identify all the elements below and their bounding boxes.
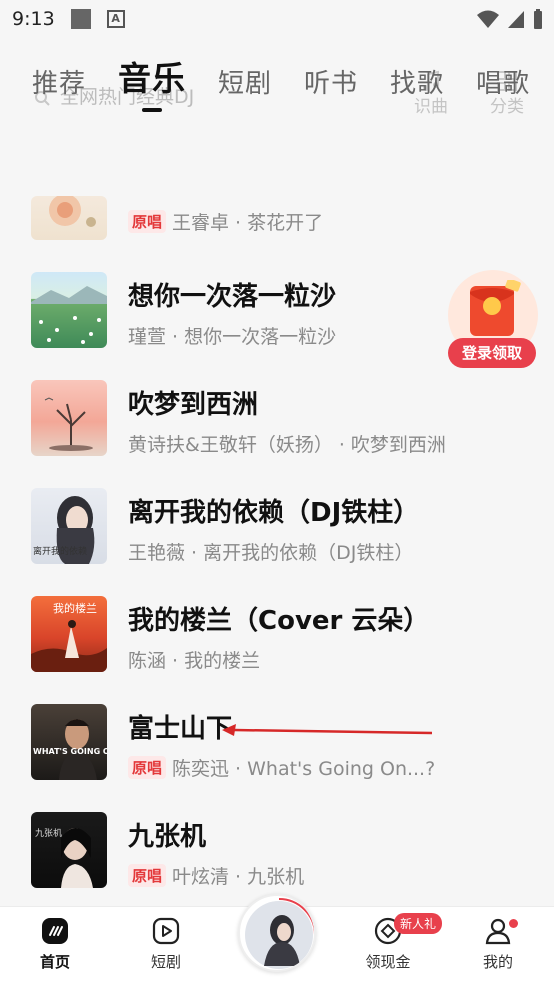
tab-recommend[interactable]: 推荐 [32,63,86,100]
song-row[interactable]: 我的楼兰 我的楼兰（Cover 云朵） 陈涵 · 我的楼兰 [0,596,554,704]
song-subtitle: 原唱 叶炫清 · 九张机 [128,862,304,889]
promo-label: 登录领取 [448,338,536,368]
song-title: 想你一次落一粒沙 [128,282,337,312]
song-subtitle: 原唱 王睿卓 · 茶花开了 [128,208,323,235]
signal-icon [508,11,524,28]
tab-music-label: 音乐 [118,59,186,98]
song-artist-title: 陈涵 · 我的楼兰 [128,650,261,672]
song-artist-title: 瑾萱 · 想你一次落一粒沙 [128,326,337,348]
top-tabs: 推荐 音乐 短剧 听书 找歌 唱歌 [32,52,530,112]
nav-short-drama-label: 短剧 [150,953,181,971]
song-title: 离开我的依赖（DJ铁柱） [128,498,420,528]
song-cover [31,272,107,348]
cover-art [44,397,93,451]
status-time: 9:13 [12,8,55,30]
cover-art: WHAT'S GOING ON...? [33,719,107,780]
song-cover: WHAT'S GOING ON...? [31,704,107,780]
cover-text: WHAT'S GOING ON...? [33,747,107,756]
nav-home[interactable]: 首页 [15,917,95,972]
new-user-badge: 新人礼 [394,913,443,934]
home-icon [42,918,68,944]
cover-text: 九张机 [35,827,62,839]
nav-home-label: 首页 [39,953,70,971]
cover-text: 离开我的依赖 [33,545,87,557]
song-title: 我的楼兰（Cover 云朵） [128,606,430,636]
cover-art: 我的楼兰 [31,601,107,672]
song-subtitle: 原唱 陈奕迅 · What's Going On...? [128,754,435,781]
original-badge: 原唱 [128,864,167,887]
song-cover: 九张机 [31,812,107,888]
song-row[interactable]: 吹梦到西洲 黄诗扶&王敬轩（妖扬） · 吹梦到西洲 [0,380,554,488]
song-artist-title: 叶炫清 · 九张机 [172,866,305,888]
song-title: 九张机 [128,822,207,852]
status-bar: 9:13 A [0,0,554,38]
notification-square-icon [70,9,91,29]
tab-active-indicator [142,108,162,112]
song-row[interactable]: 离开我的依赖 离开我的依赖（DJ铁柱） 王艳薇 · 离开我的依赖（DJ铁柱） [0,488,554,596]
cover-art: 九张机 [35,827,93,888]
nav-profile[interactable]: 我的 [458,917,538,972]
song-artist-title: 陈奕迅 · What's Going On...? [172,758,436,780]
song-subtitle: 陈涵 · 我的楼兰 [128,646,260,673]
tab-audiobook[interactable]: 听书 [304,63,358,100]
login-reward-promo[interactable]: 登录领取 [446,270,540,370]
tab-karaoke[interactable]: 唱歌 [476,63,530,100]
tab-music[interactable]: 音乐 [118,52,186,112]
song-artist-title: 王艳薇 · 离开我的依赖（DJ铁柱） [128,542,414,564]
cover-text: 我的楼兰 [53,601,97,615]
original-badge: 原唱 [128,756,167,779]
song-cover [31,380,107,456]
annotation-arrow-icon [222,724,433,736]
cover-art: 离开我的依赖 [33,496,95,564]
song-artist-title: 王睿卓 · 茶花开了 [172,212,324,234]
song-subtitle: 王艳薇 · 离开我的依赖（DJ铁柱） [128,538,413,565]
song-title: 富士山下 [128,714,233,744]
tab-short-drama[interactable]: 短剧 [218,63,272,100]
song-subtitle: 黄诗扶&王敬轩（妖扬） · 吹梦到西洲 [128,430,446,457]
song-cover [31,196,107,240]
nav-cash-label: 领现金 [365,953,411,971]
tab-find-song[interactable]: 找歌 [390,63,444,100]
status-right [476,8,544,30]
cover-art [49,196,96,227]
song-cover: 离开我的依赖 [31,488,107,564]
wifi-icon [477,10,499,28]
song-artist-title: 黄诗扶&王敬轩（妖扬） · 吹梦到西洲 [128,434,446,456]
song-cover: 我的楼兰 [31,596,107,672]
original-badge: 原唱 [128,210,167,233]
song-row[interactable]: WHAT'S GOING ON...? 富士山下 原唱 陈奕迅 · What's… [0,704,554,812]
user-icon [485,918,511,945]
notification-dot [509,919,518,928]
song-title: 吹梦到西洲 [128,390,259,420]
notification-a-icon: A [106,10,125,28]
cover-art [31,286,107,344]
red-envelope-icon [470,280,521,336]
song-subtitle: 瑾萱 · 想你一次落一粒沙 [128,322,336,349]
nav-profile-label: 我的 [482,953,513,971]
battery-icon [534,9,542,29]
play-square-icon [152,917,180,945]
nav-short-drama[interactable]: 短剧 [126,917,206,972]
now-playing-disc[interactable] [238,894,316,972]
song-row[interactable]: 原唱 王睿卓 · 茶花开了 [0,166,554,274]
